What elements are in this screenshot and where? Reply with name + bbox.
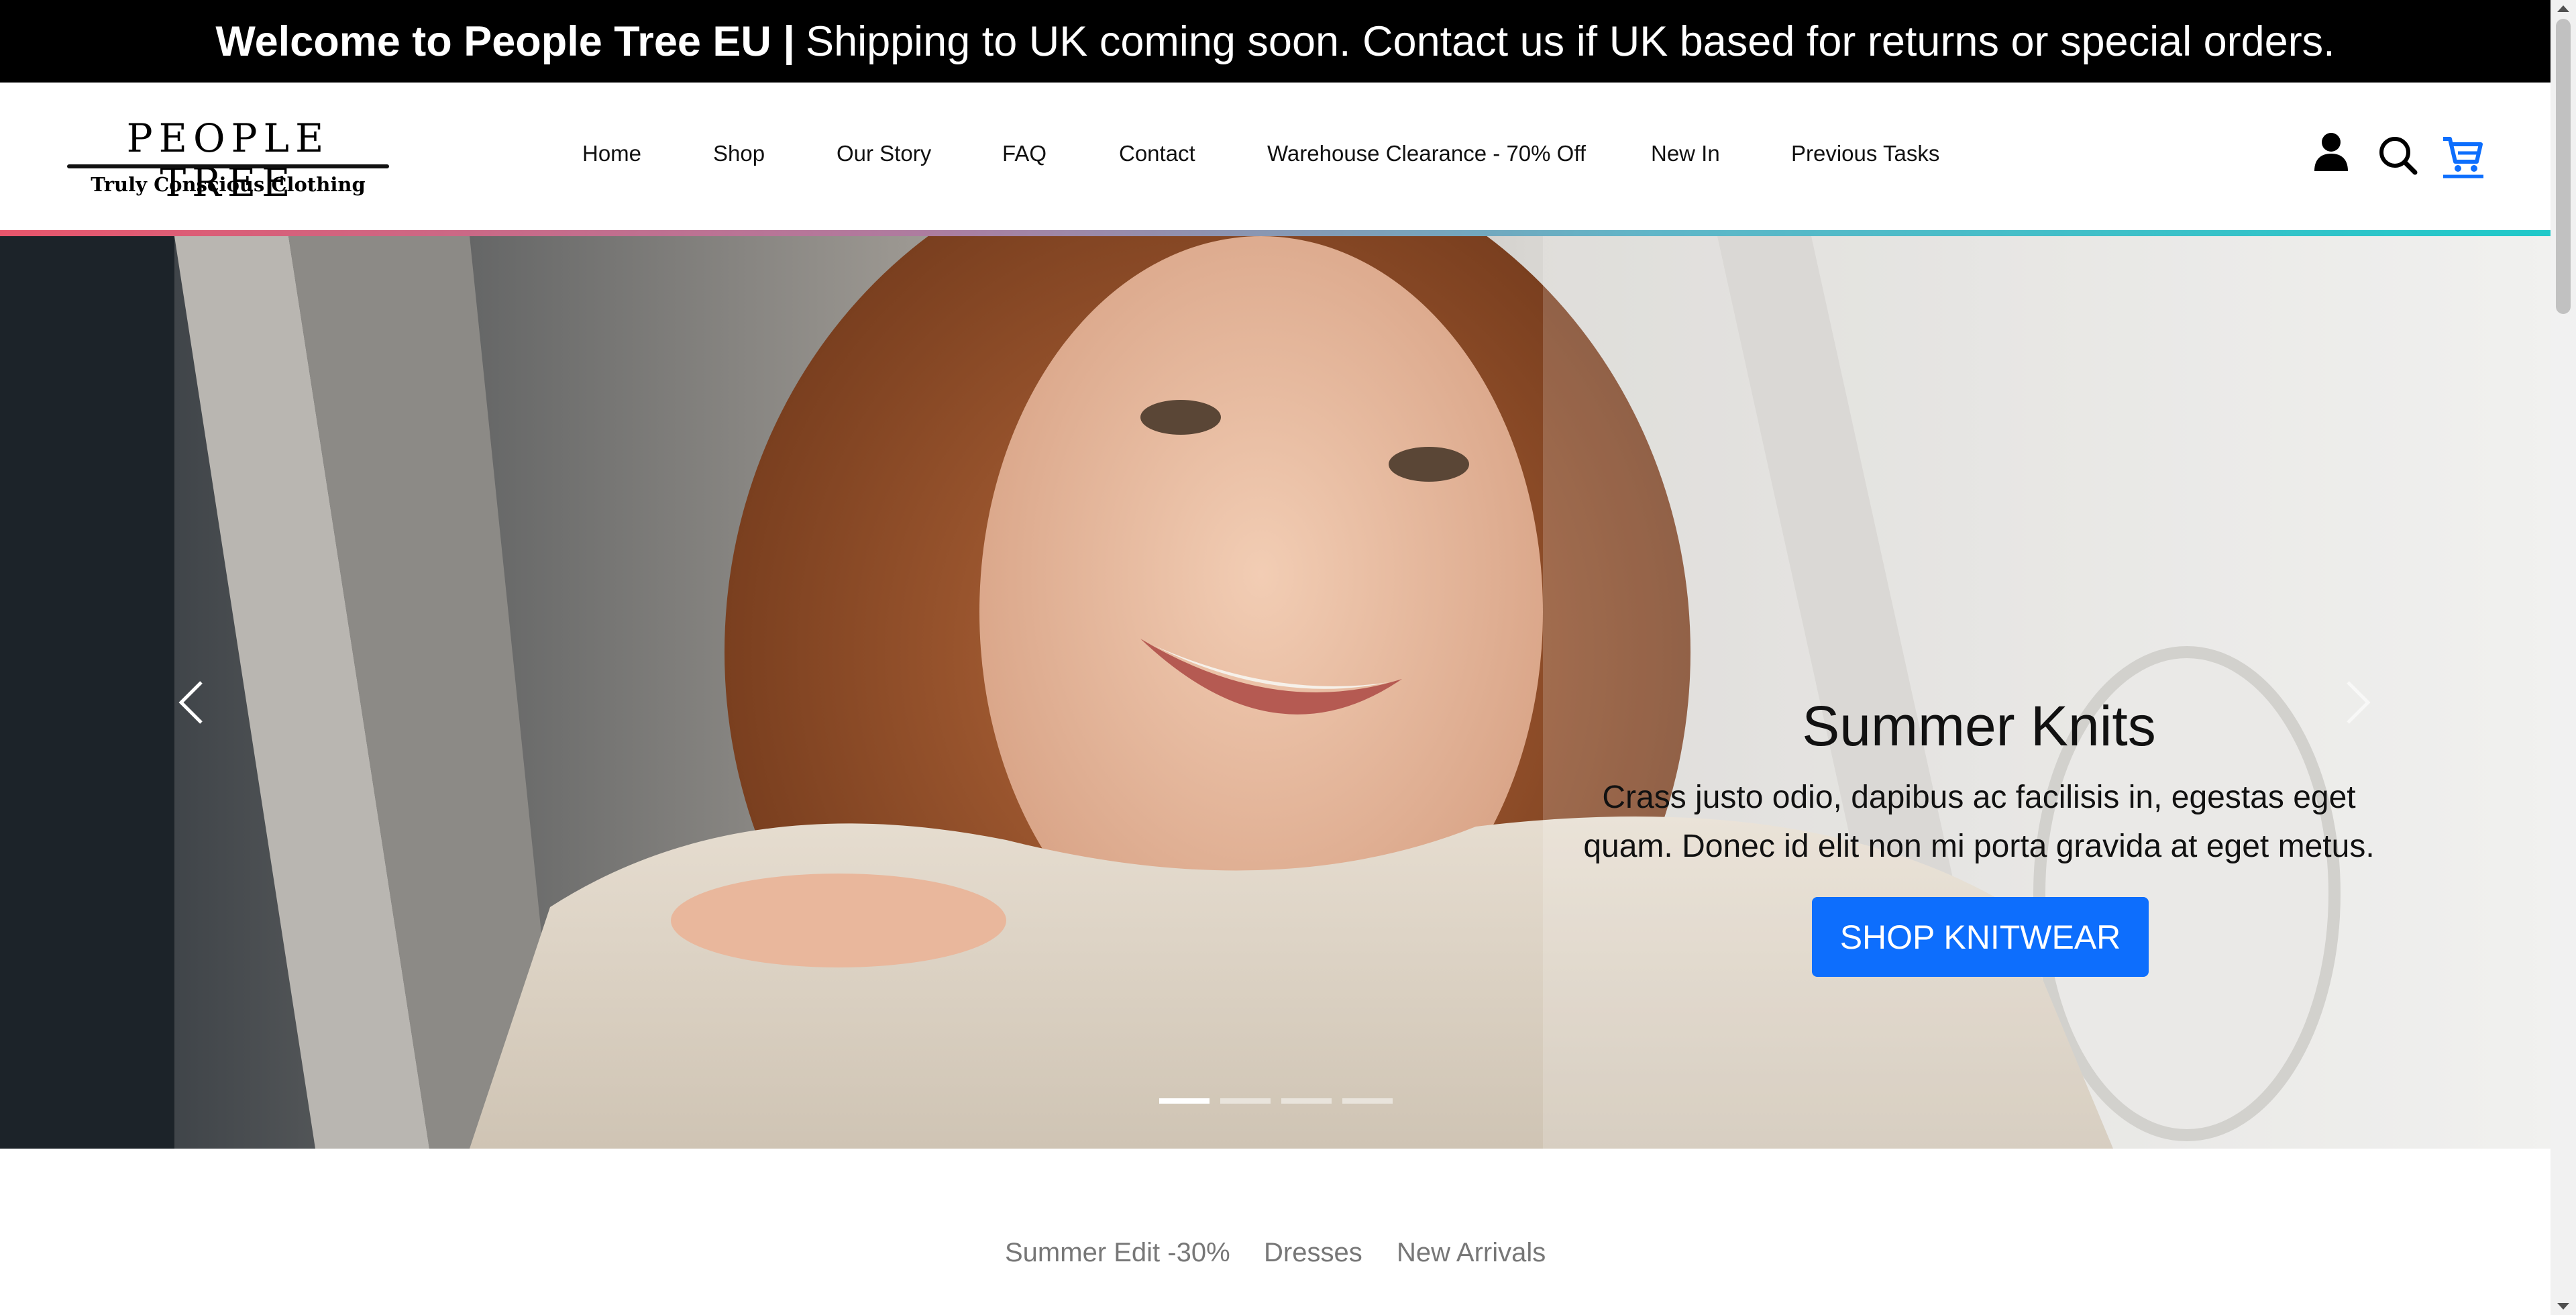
announcement-bar: Welcome to People Tree EU | Shipping to … <box>0 0 2551 83</box>
shop-knitwear-button[interactable]: SHOP KNITWEAR <box>1812 897 2149 977</box>
nav-warehouse-clearance[interactable]: Warehouse Clearance - 70% Off <box>1267 140 1586 167</box>
nav-shop[interactable]: Shop <box>713 140 765 167</box>
nav-previous-tasks[interactable]: Previous Tasks <box>1791 140 1939 167</box>
nav-our-story[interactable]: Our Story <box>837 140 931 167</box>
header-gradient-divider <box>0 230 2551 236</box>
hero-title: Summer Knits <box>1802 694 2156 757</box>
page-scrollbar[interactable] <box>2551 0 2576 1315</box>
announcement-bold: Welcome to People Tree EU | <box>215 17 796 65</box>
nav-faq[interactable]: FAQ <box>1002 140 1046 167</box>
nav-contact[interactable]: Contact <box>1119 140 1195 167</box>
scrollbar-thumb[interactable] <box>2556 19 2571 314</box>
category-tab-summer-edit[interactable]: Summer Edit -30% <box>1005 1236 1230 1269</box>
scroll-up-arrow-icon[interactable] <box>2557 5 2569 12</box>
announcement-text: Shipping to UK coming soon. Contact us i… <box>806 17 2335 65</box>
page: Welcome to People Tree EU | Shipping to … <box>0 0 2551 1315</box>
user-icon[interactable] <box>2313 132 2349 172</box>
logo-divider <box>67 164 389 168</box>
hero-description: Crass justo odio, dapibus ac facilisis i… <box>1583 780 2375 864</box>
logo[interactable]: PEOPLE TREE Truly Conscious Clothing <box>67 116 389 205</box>
search-icon[interactable] <box>2378 136 2418 176</box>
site-header: PEOPLE TREE Truly Conscious Clothing Hom… <box>0 83 2551 230</box>
carousel-indicator-1[interactable] <box>1159 1098 1210 1104</box>
nav-new-in[interactable]: New In <box>1651 140 1720 167</box>
carousel-indicator-4[interactable] <box>1342 1098 1393 1104</box>
nav-home[interactable]: Home <box>582 140 641 167</box>
hero-carousel: Summer Knits Crass justo odio, dapibus a… <box>0 236 2551 1149</box>
category-tab-new-arrivals[interactable]: New Arrivals <box>1397 1236 1546 1269</box>
carousel-indicator-3[interactable] <box>1281 1098 1332 1104</box>
carousel-indicator-2[interactable] <box>1220 1098 1271 1104</box>
scroll-down-arrow-icon[interactable] <box>2557 1303 2569 1310</box>
category-tab-dresses[interactable]: Dresses <box>1264 1236 1362 1269</box>
logo-subtitle: Truly Conscious Clothing <box>91 173 366 196</box>
carousel-prev-icon[interactable] <box>168 666 221 739</box>
cart-icon[interactable] <box>2442 135 2485 179</box>
